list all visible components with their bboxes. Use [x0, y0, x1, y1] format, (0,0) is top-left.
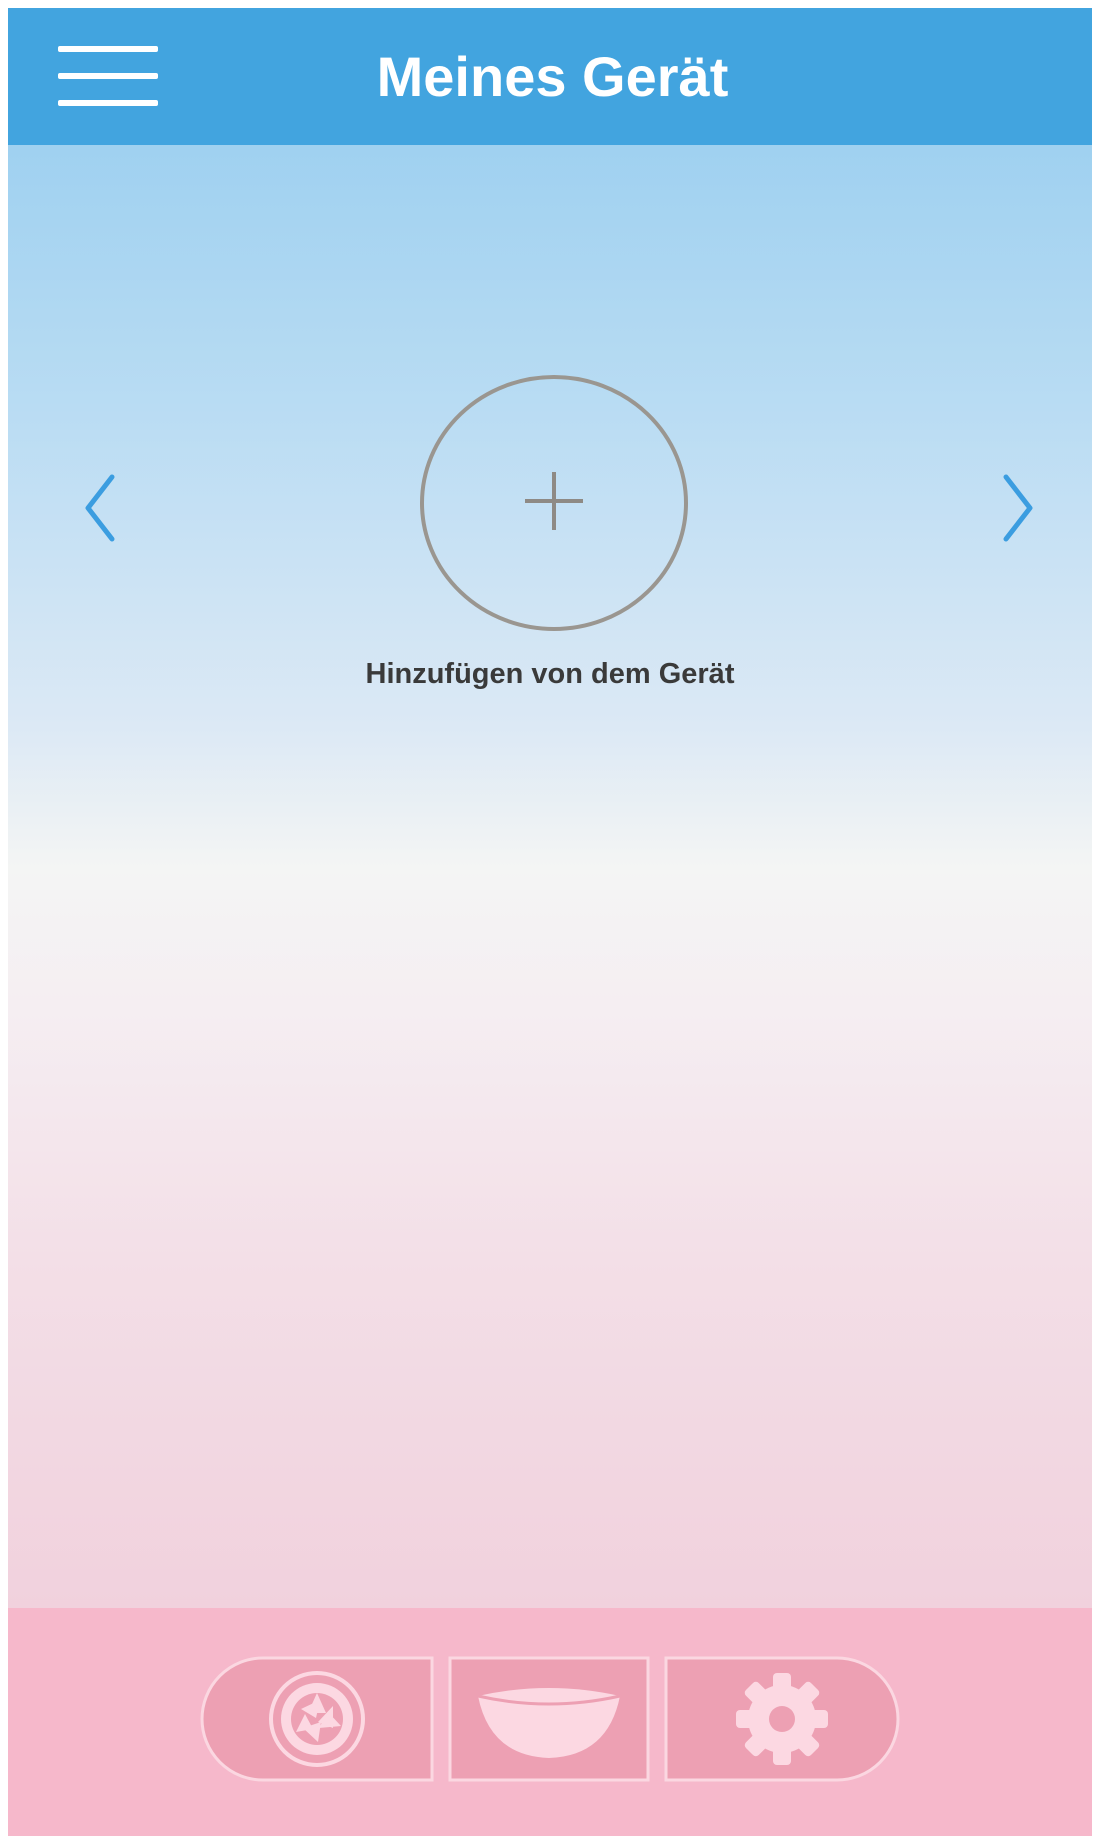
hamburger-menu-icon — [58, 46, 158, 52]
chevron-right-icon — [1003, 474, 1033, 542]
add-device-button[interactable] — [420, 375, 688, 631]
hamburger-menu-icon — [58, 100, 158, 106]
tab-camera[interactable] — [200, 1656, 434, 1782]
plus-circle-icon — [420, 375, 688, 631]
tab-settings[interactable] — [664, 1656, 900, 1782]
tab-settings-background — [664, 1656, 900, 1782]
page-title: Meines Gerät — [376, 45, 729, 108]
previous-device-button[interactable] — [74, 463, 134, 553]
camera-aperture-icon — [269, 1671, 365, 1767]
tab-camera-background — [200, 1656, 434, 1782]
bottom-tab-bar — [8, 1608, 1092, 1836]
add-device-label: Hinzufügen von dem Gerät — [365, 658, 735, 690]
tab-bowl[interactable] — [448, 1656, 650, 1782]
app-screen: Meines Gerät Hinzufügen von dem Gerät — [8, 8, 1092, 1836]
chevron-left-icon — [85, 474, 115, 542]
gear-icon — [736, 1673, 828, 1765]
tab-bowl-background — [448, 1656, 650, 1782]
hamburger-menu-icon — [58, 73, 158, 79]
app-header: Meines Gerät — [8, 8, 1092, 145]
menu-button[interactable] — [58, 44, 158, 112]
next-device-button[interactable] — [984, 463, 1044, 553]
